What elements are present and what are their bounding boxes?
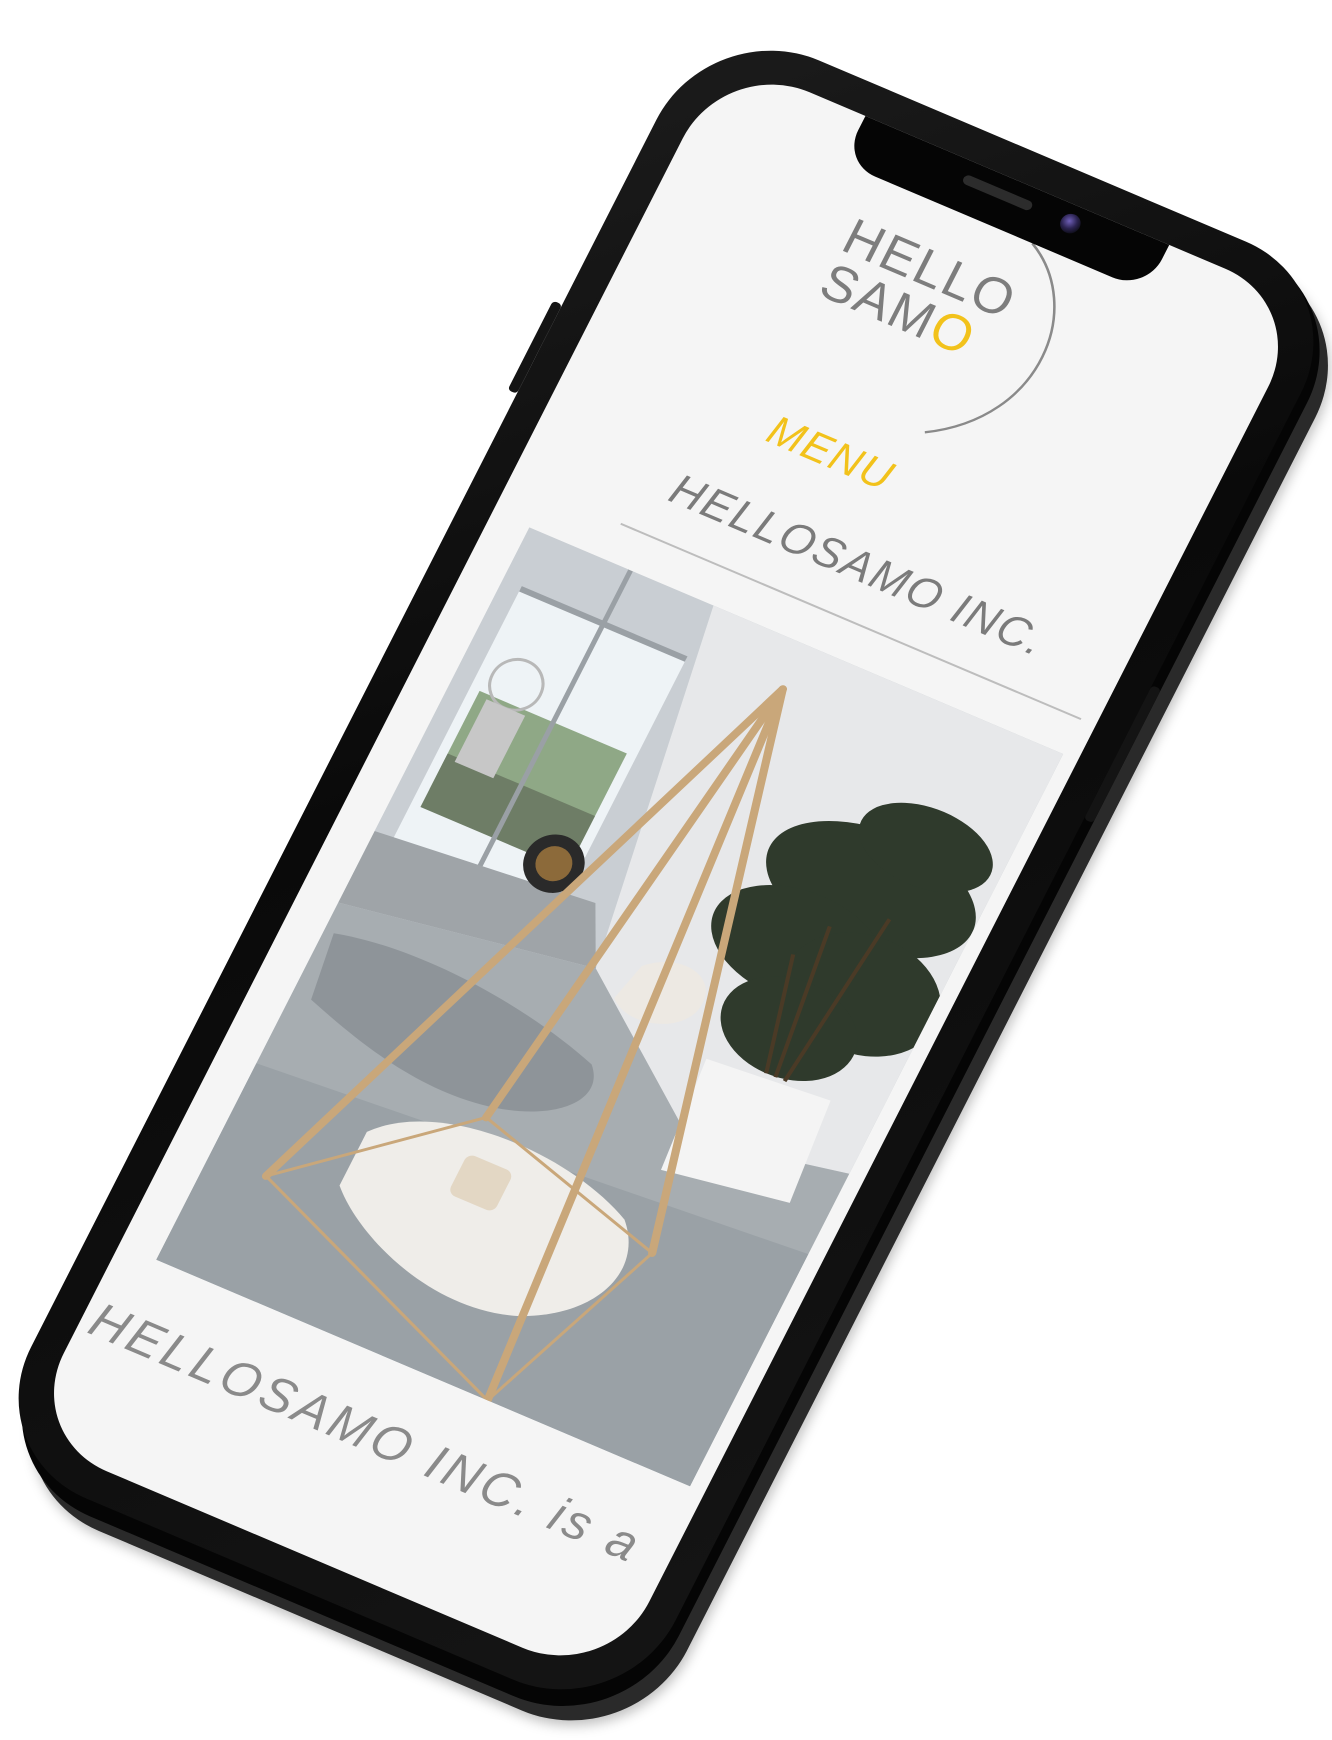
front-camera-icon <box>1056 210 1085 237</box>
hero-photo-illustration <box>156 527 1064 1487</box>
phone-screen: HELLO SAMO MENU HELLOSAMO INC. HELLOSAMO… <box>21 56 1311 1684</box>
hero-photo <box>156 527 1064 1487</box>
webpage-content: HELLO SAMO MENU HELLOSAMO INC. HELLOSAMO… <box>22 56 1310 1684</box>
mockup-stage: HELLO SAMO MENU HELLOSAMO INC. HELLOSAMO… <box>0 0 1332 1740</box>
